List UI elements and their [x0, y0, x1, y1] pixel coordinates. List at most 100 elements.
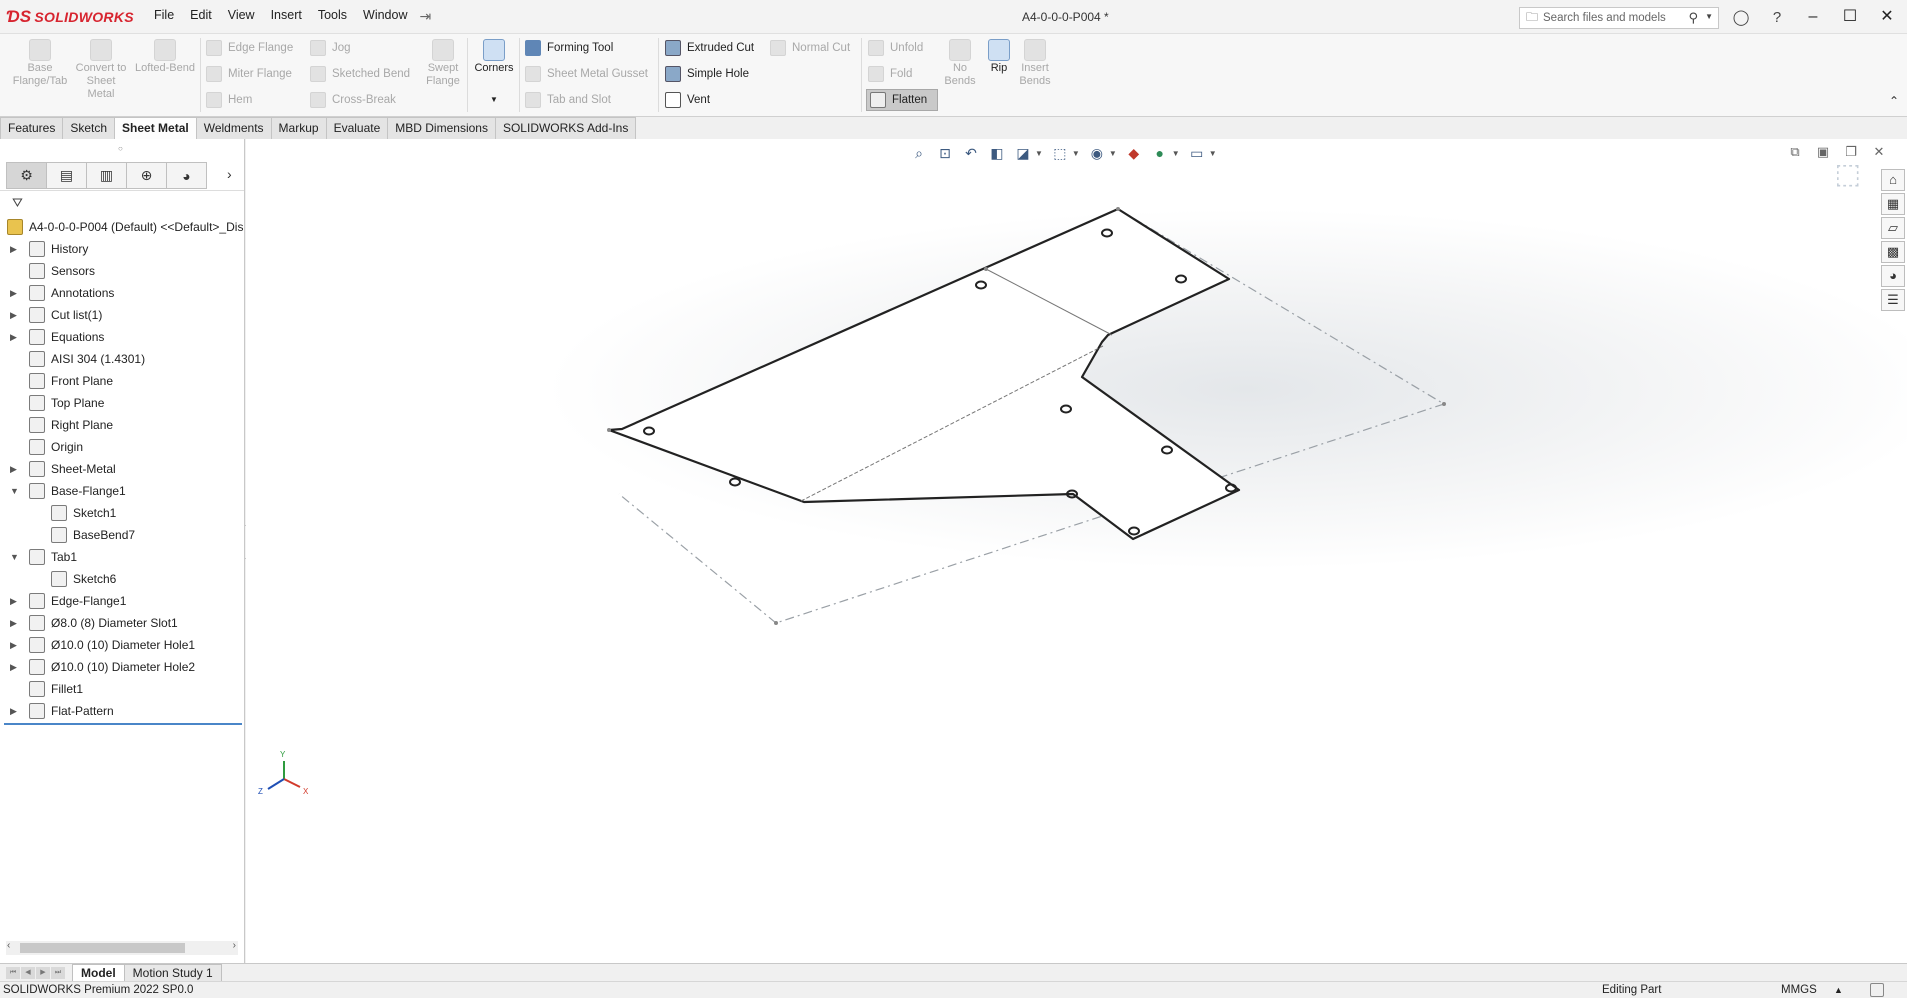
- tree-item[interactable]: Sketch1: [0, 502, 244, 524]
- menu-edit[interactable]: Edit: [182, 8, 220, 25]
- expand-arrow-icon[interactable]: ▶: [10, 288, 17, 299]
- filter-icon[interactable]: ⛛: [12, 195, 23, 211]
- tab-weldments[interactable]: Weldments: [195, 117, 272, 139]
- unit-system[interactable]: MMGS: [1781, 982, 1817, 998]
- tree-item[interactable]: ▶ Annotations: [0, 282, 244, 304]
- tree-item[interactable]: ▶ History: [0, 238, 244, 260]
- base-flange-button[interactable]: Base Flange/Tab: [11, 37, 69, 88]
- tree-item[interactable]: Right Plane: [0, 414, 244, 436]
- search-box[interactable]: 🗀 Search files and models ⚲ ▼: [1519, 7, 1719, 29]
- normal-cut-button[interactable]: Normal Cut: [770, 37, 850, 59]
- chevron-right-icon[interactable]: ›: [227, 166, 232, 182]
- menu-insert[interactable]: Insert: [263, 8, 310, 25]
- sketched-bend-button[interactable]: Sketched Bend: [310, 63, 410, 85]
- tab-and-slot-button[interactable]: Tab and Slot: [525, 89, 611, 111]
- expand-arrow-icon[interactable]: ▶: [10, 244, 17, 255]
- property-manager-tab-icon[interactable]: ▤: [46, 162, 87, 189]
- tab-features[interactable]: Features: [0, 117, 64, 139]
- edge-flange-button[interactable]: Edge Flange: [206, 37, 293, 59]
- chevron-down-icon[interactable]: ▼: [468, 93, 520, 106]
- scroll-left-icon[interactable]: ‹: [7, 940, 10, 951]
- tree-item[interactable]: Front Plane: [0, 370, 244, 392]
- panel-splitter-handle[interactable]: ○: [118, 144, 123, 153]
- simple-hole-button[interactable]: Simple Hole: [665, 63, 749, 85]
- rebuild-status-icon[interactable]: [1870, 983, 1884, 997]
- expand-arrow-icon[interactable]: ▶: [10, 310, 17, 321]
- insert-bends-button[interactable]: Insert Bends: [1016, 37, 1054, 88]
- scroll-thumb[interactable]: [20, 943, 185, 953]
- fold-button[interactable]: Fold: [868, 63, 912, 85]
- next-tab-icon[interactable]: ▶: [36, 966, 50, 979]
- corners-button[interactable]: Corners ▼: [468, 37, 520, 106]
- collapse-arrow-icon[interactable]: ▼: [10, 552, 19, 562]
- tree-item[interactable]: Fillet1: [0, 678, 244, 700]
- expand-arrow-icon[interactable]: ▶: [10, 706, 17, 717]
- tree-item[interactable]: BaseBend7: [0, 524, 244, 546]
- feature-manager-tab-icon[interactable]: ⚙: [6, 162, 47, 189]
- horizontal-scrollbar[interactable]: ‹ ›: [6, 940, 238, 955]
- tree-item[interactable]: ▶ Flat-Pattern: [0, 700, 244, 722]
- tree-item[interactable]: ▼ Base-Flange1: [0, 480, 244, 502]
- maximize-button[interactable]: ☐: [1833, 4, 1867, 30]
- help-icon[interactable]: ?: [1767, 8, 1787, 28]
- rip-button[interactable]: Rip: [980, 37, 1018, 75]
- tab-markup[interactable]: Markup: [270, 117, 327, 139]
- chevron-down-icon[interactable]: ▼: [1705, 12, 1713, 21]
- tab-sheet-metal[interactable]: Sheet Metal: [114, 117, 197, 139]
- expand-arrow-icon[interactable]: ▶: [10, 618, 17, 629]
- graphics-area[interactable]: ⌕ ⊡ ↶ ◧ ◪ ▼ ⬚ ▼ ◉ ▼ ◆ ● ▼ ▭ ▼ ⧉ ▣ ❐ ✕ ⬚ …: [246, 139, 1907, 963]
- collapse-arrow-icon[interactable]: ▼: [10, 486, 19, 496]
- menu-file[interactable]: File: [146, 8, 182, 25]
- solidworks-logo[interactable]: ƊS SOLIDWORKS: [6, 7, 146, 27]
- expand-arrow-icon[interactable]: ▶: [10, 640, 17, 651]
- rollback-bar[interactable]: [4, 723, 242, 725]
- tab-mbd-dimensions[interactable]: MBD Dimensions: [387, 117, 496, 139]
- tree-item[interactable]: ▶ Cut list(1): [0, 304, 244, 326]
- tab-evaluate[interactable]: Evaluate: [325, 117, 389, 139]
- tree-item[interactable]: Sketch6: [0, 568, 244, 590]
- convert-to-sheet-metal-button[interactable]: Convert to Sheet Metal: [72, 37, 130, 101]
- minimize-button[interactable]: –: [1796, 4, 1830, 30]
- user-account-icon[interactable]: ◯: [1731, 8, 1751, 28]
- sheet-metal-gusset-button[interactable]: Sheet Metal Gusset: [525, 63, 648, 85]
- tab-model[interactable]: Model: [72, 963, 125, 982]
- prev-tab-icon[interactable]: ◀: [21, 966, 35, 979]
- expand-arrow-icon[interactable]: ▶: [10, 662, 17, 673]
- tree-item[interactable]: Origin: [0, 436, 244, 458]
- no-bends-button[interactable]: No Bends: [940, 37, 980, 88]
- tree-item[interactable]: ▼ Tab1: [0, 546, 244, 568]
- tree-item[interactable]: Sensors: [0, 260, 244, 282]
- chevron-up-icon[interactable]: ▲: [1834, 982, 1843, 998]
- menu-window[interactable]: Window: [355, 8, 415, 25]
- flatten-button[interactable]: Flatten: [866, 89, 939, 111]
- expand-arrow-icon[interactable]: ▶: [10, 464, 17, 475]
- forming-tool-button[interactable]: Forming Tool: [525, 37, 613, 59]
- miter-flange-button[interactable]: Miter Flange: [206, 63, 292, 85]
- tree-item[interactable]: ▶ Equations: [0, 326, 244, 348]
- tree-item[interactable]: ▶ Sheet-Metal: [0, 458, 244, 480]
- tree-item[interactable]: Top Plane: [0, 392, 244, 414]
- collapse-ribbon-icon[interactable]: ⌃: [1889, 94, 1899, 108]
- tab-sketch[interactable]: Sketch: [62, 117, 116, 139]
- vent-button[interactable]: Vent: [665, 89, 710, 111]
- search-input[interactable]: Search files and models: [1543, 12, 1666, 24]
- extruded-cut-button[interactable]: Extruded Cut: [665, 37, 754, 59]
- tree-item[interactable]: ▶ Edge-Flange1: [0, 590, 244, 612]
- jog-button[interactable]: Jog: [310, 37, 351, 59]
- swept-flange-button[interactable]: Swept Flange: [415, 37, 471, 88]
- menu-view[interactable]: View: [220, 8, 263, 25]
- first-tab-icon[interactable]: ⏮: [6, 966, 20, 979]
- close-button[interactable]: ✕: [1870, 4, 1904, 30]
- expand-arrow-icon[interactable]: ▶: [10, 332, 17, 343]
- lofted-bend-button[interactable]: Lofted-Bend: [134, 37, 196, 75]
- cross-break-button[interactable]: Cross-Break: [310, 89, 396, 111]
- hem-button[interactable]: Hem: [206, 89, 252, 111]
- configuration-manager-tab-icon[interactable]: ▥: [86, 162, 127, 189]
- display-manager-tab-icon[interactable]: ◕: [166, 162, 207, 189]
- scroll-right-icon[interactable]: ›: [233, 940, 236, 951]
- last-tab-icon[interactable]: ⏭: [51, 966, 65, 979]
- tree-item[interactable]: ▶ Ø10.0 (10) Diameter Hole2: [0, 656, 244, 678]
- unfold-button[interactable]: Unfold: [868, 37, 923, 59]
- tab-solidworks-add-ins[interactable]: SOLIDWORKS Add-Ins: [494, 117, 637, 139]
- dimxpert-manager-tab-icon[interactable]: ⊕: [126, 162, 167, 189]
